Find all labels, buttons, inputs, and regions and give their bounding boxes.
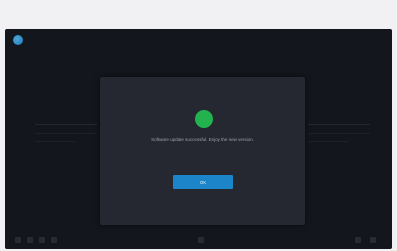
window-frame: Software update successful. Enjoy the ne… [0, 0, 397, 251]
update-dialog: Software update successful. Enjoy the ne… [100, 77, 305, 225]
ok-button[interactable]: OK [173, 175, 233, 189]
app-screen: Software update successful. Enjoy the ne… [5, 29, 392, 249]
success-icon [195, 110, 213, 128]
dialog-message: Software update successful. Enjoy the ne… [151, 137, 254, 142]
